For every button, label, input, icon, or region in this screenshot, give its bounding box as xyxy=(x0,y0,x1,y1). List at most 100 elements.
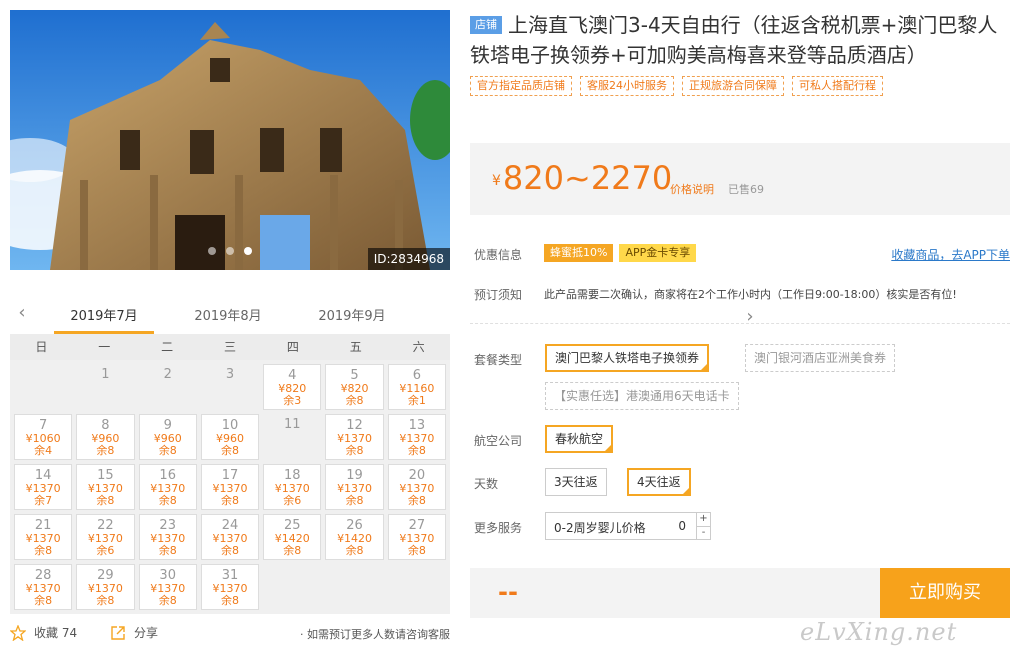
calendar-day-3: 3 xyxy=(201,364,259,410)
share-label: 分享 xyxy=(134,626,159,640)
calendar-day-12[interactable]: 12 ¥1370 余8 xyxy=(325,414,384,460)
calendar-day-24[interactable]: 24 ¥1370 余8 xyxy=(200,514,260,560)
total-price: -- xyxy=(498,578,518,606)
day-remaining: 余8 xyxy=(407,544,426,557)
calendar: 日 一 二 三 四 五 六 1 2 3 4 ¥820 余3 5 ¥820 余8 6 ¥1160 余1 7… xyxy=(10,334,450,614)
calendar-day-13[interactable]: 13 ¥1370 余8 xyxy=(387,414,446,460)
calendar-day-22[interactable]: 22 ¥1370 余6 xyxy=(76,514,135,560)
calendar-day-18[interactable]: 18 ¥1370 余6 xyxy=(263,464,322,510)
calendar-day-8[interactable]: 8 ¥960 余8 xyxy=(76,414,135,460)
booking-note-label: 预订须知 xyxy=(474,288,523,302)
infant-quantity-value[interactable]: 0 xyxy=(678,519,686,533)
package-option-sim[interactable]: 【实惠任选】港澳通用6天电话卡 xyxy=(545,382,739,410)
calendar-day-7[interactable]: 7 ¥1060 余4 xyxy=(14,414,73,460)
calendar-day-14[interactable]: 14 ¥1370 余7 xyxy=(14,464,73,510)
price-range: ¥820~2270 xyxy=(492,159,672,197)
days-option-4[interactable]: 4天往返 xyxy=(627,468,691,496)
day-remaining: 余8 xyxy=(96,494,115,507)
calendar-day-30[interactable]: 30 ¥1370 余8 xyxy=(138,564,197,610)
carousel-dot-active[interactable] xyxy=(244,247,252,255)
airline-option-spring[interactable]: 春秋航空 xyxy=(545,425,614,453)
carousel-dot[interactable] xyxy=(226,247,234,255)
calendar-day-20[interactable]: 20 ¥1370 余8 xyxy=(387,464,446,510)
calendar-day-10[interactable]: 10 ¥960 余8 xyxy=(200,414,260,460)
day-remaining: 余8 xyxy=(407,494,426,507)
day-number: 29 xyxy=(97,568,114,583)
calendar-day-19[interactable]: 19 ¥1370 余8 xyxy=(325,464,384,510)
ruins-of-st-paul-image xyxy=(10,10,450,270)
group-booking-note: · 如需预订更多人数请咨询客服 xyxy=(300,628,450,641)
share-button[interactable]: 分享 xyxy=(110,624,158,641)
day-number: 14 xyxy=(34,468,52,483)
divider xyxy=(470,323,1010,324)
favorite-label: 收藏 xyxy=(34,626,59,640)
calendar-day-25[interactable]: 25 ¥1420 余8 xyxy=(263,514,322,560)
day-number: 2 xyxy=(163,367,172,382)
day-number: 10 xyxy=(221,418,239,433)
package-option-galaxy[interactable]: 澳门银河酒店亚洲美食券 xyxy=(745,344,896,372)
day-number: 6 xyxy=(412,368,421,383)
calendar-day-29[interactable]: 29 ¥1370 余8 xyxy=(76,564,135,610)
product-info: 店铺 上海直飞澳门3-4天自由行（往返含税机票+澳门巴黎人铁塔电子换领券+可加购美… xyxy=(470,10,1010,540)
calendar-day-26[interactable]: 26 ¥1420 余8 xyxy=(325,514,384,560)
site-watermark: eLvXing.net xyxy=(800,618,958,646)
day-number: 31 xyxy=(221,568,239,583)
increment-button[interactable]: + xyxy=(697,513,710,526)
day-remaining: 余4 xyxy=(34,444,53,457)
calendar-day-16[interactable]: 16 ¥1370 余8 xyxy=(138,464,197,510)
day-remaining: 余8 xyxy=(407,444,426,457)
day-remaining: 余7 xyxy=(34,494,53,507)
day-remaining: 余8 xyxy=(96,444,115,457)
calendar-day-23[interactable]: 23 ¥1370 余8 xyxy=(138,514,197,560)
day-remaining: 余8 xyxy=(220,544,239,557)
calendar-day-9[interactable]: 9 ¥960 余8 xyxy=(138,414,197,460)
days-option-3[interactable]: 3天往返 xyxy=(545,468,607,496)
calendar-day-6[interactable]: 6 ¥1160 余1 xyxy=(387,364,446,410)
calendar-day-28[interactable]: 28 ¥1370 余8 xyxy=(14,564,73,610)
day-number: 27 xyxy=(408,518,426,533)
sold-count: 已售69 xyxy=(728,183,764,196)
product-photo[interactable]: ID:2834968 xyxy=(10,10,450,270)
day-remaining: 余8 xyxy=(96,594,115,607)
day-number: 25 xyxy=(284,518,301,533)
tab-month-aug[interactable]: 2019年8月 xyxy=(178,305,278,324)
star-icon xyxy=(10,624,26,641)
day-number: 12 xyxy=(346,418,363,433)
day-number: 13 xyxy=(408,418,426,433)
price-currency: ¥ xyxy=(492,173,501,189)
calendar-day-5[interactable]: 5 ¥820 余8 xyxy=(325,364,384,410)
calendar-day-15[interactable]: 15 ¥1370 余8 xyxy=(76,464,135,510)
day-number: 23 xyxy=(159,518,176,533)
day-remaining: 余8 xyxy=(345,494,364,507)
favorite-app-link[interactable]: 收藏商品，去APP下单 xyxy=(891,246,1010,263)
day-number: 28 xyxy=(34,568,52,583)
tab-month-jul[interactable]: 2019年7月 xyxy=(54,305,154,334)
weekday-label: 三 xyxy=(224,340,237,354)
carousel-dot[interactable] xyxy=(208,247,216,255)
day-remaining: 余8 xyxy=(34,594,53,607)
day-number: 1 xyxy=(101,367,110,382)
calendar-day-27[interactable]: 27 ¥1370 余8 xyxy=(387,514,446,560)
calendar-day-21[interactable]: 21 ¥1370 余8 xyxy=(14,514,73,560)
calendar-day-4[interactable]: 4 ¥820 余3 xyxy=(263,364,322,410)
favorite-button[interactable]: 收藏 74 xyxy=(10,624,77,641)
product-title-text: 上海直飞澳门3-4天自由行（往返含税机票+澳门巴黎人铁塔电子换领券+可加购美高梅… xyxy=(470,13,998,67)
day-number: 26 xyxy=(346,518,363,533)
stepper-buttons: + - xyxy=(696,513,710,539)
service-tag: 可私人搭配行程 xyxy=(792,76,883,96)
day-remaining: 余8 xyxy=(345,444,364,457)
chevron-left-icon[interactable]: ‹ xyxy=(12,302,32,323)
day-number: 16 xyxy=(159,468,176,483)
purchase-bar: -- 立即购买 xyxy=(470,568,1010,618)
decrement-button[interactable]: - xyxy=(697,526,710,539)
day-remaining: 余3 xyxy=(283,394,302,407)
product-title: 店铺 上海直飞澳门3-4天自由行（往返含税机票+澳门巴黎人铁塔电子换领券+可加购美… xyxy=(470,10,1005,70)
price-note-link[interactable]: 价格说明 xyxy=(670,181,714,197)
calendar-day-31[interactable]: 31 ¥1370 余8 xyxy=(200,564,260,610)
package-option-tower[interactable]: 澳门巴黎人铁塔电子换领券 xyxy=(545,344,710,372)
day-remaining: 余1 xyxy=(407,394,426,407)
buy-now-button[interactable]: 立即购买 xyxy=(880,568,1010,618)
day-number: 18 xyxy=(284,468,301,483)
tab-month-sep[interactable]: 2019年9月 xyxy=(302,305,402,324)
calendar-day-17[interactable]: 17 ¥1370 余8 xyxy=(200,464,260,510)
